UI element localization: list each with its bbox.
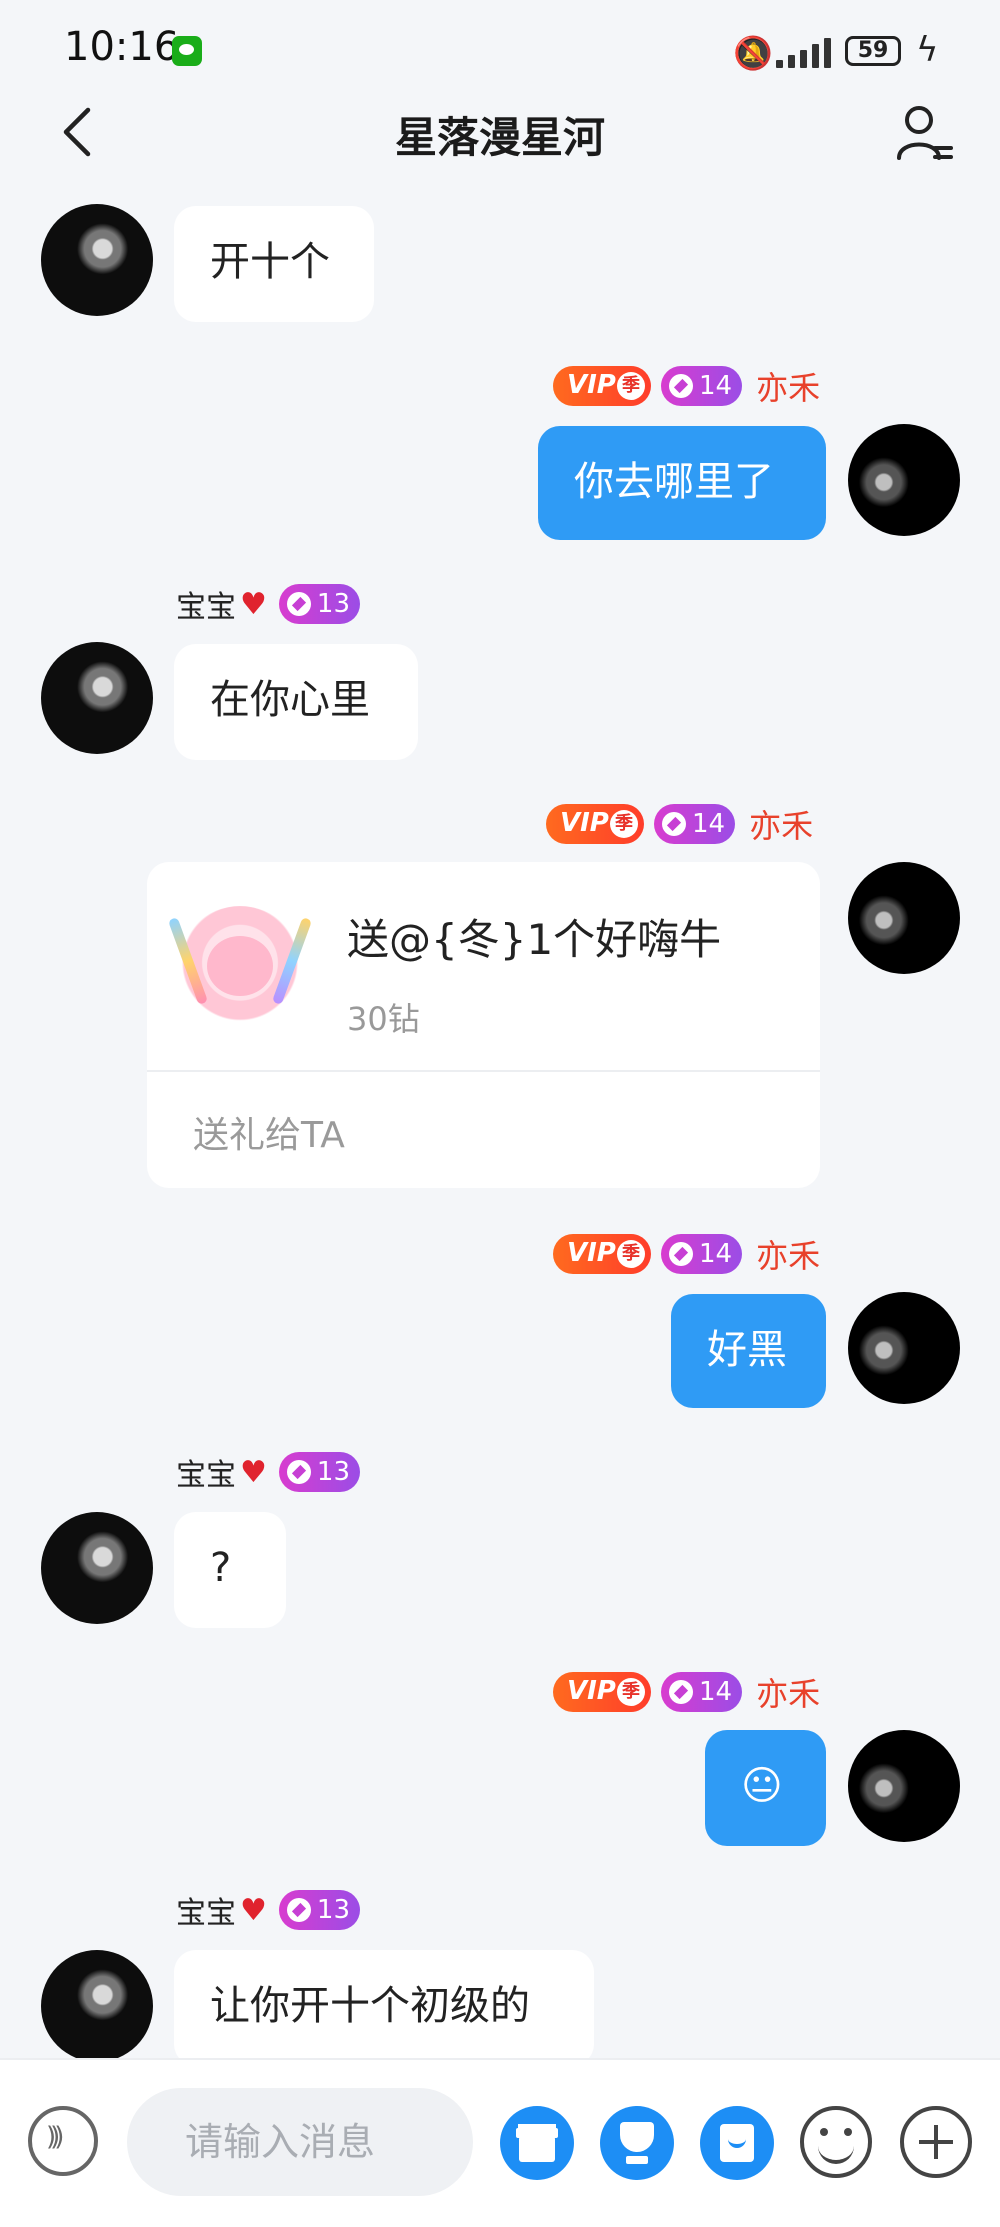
message-bubble[interactable]: 你去哪里了 (538, 426, 826, 540)
plus-icon[interactable] (900, 2106, 972, 2178)
battery-indicator: 59 (845, 36, 901, 66)
voice-icon[interactable] (28, 2106, 98, 2176)
avatar[interactable] (41, 1950, 153, 2062)
wechat-icon (172, 36, 202, 66)
sender-row: 宝宝 ♥ 13 (176, 1452, 374, 1493)
sender-name: 宝宝 (176, 590, 236, 625)
diamond-icon (669, 374, 693, 398)
level-badge: 14 (661, 1234, 743, 1274)
status-time: 10:16 (64, 24, 180, 70)
message-bubble[interactable]: 好黑 (671, 1294, 826, 1408)
divider (147, 1070, 820, 1072)
sender-row: VIP 季 14 亦禾 (546, 804, 814, 845)
level-badge: 13 (278, 584, 360, 624)
message-bubble[interactable]: ? (174, 1512, 286, 1628)
level-badge: 13 (278, 1452, 360, 1492)
message-bubble[interactable]: 让你开十个初级的 (174, 1950, 594, 2066)
message-bubble[interactable]: 开十个 (174, 206, 374, 322)
avatar[interactable] (848, 862, 960, 974)
trophy-icon[interactable] (600, 2106, 674, 2180)
red-envelope-icon[interactable] (700, 2106, 774, 2180)
avatar[interactable] (41, 1512, 153, 1624)
diamond-icon (662, 812, 686, 836)
sender-row: VIP 季 14 亦禾 (553, 366, 821, 407)
sender-row: 宝宝 ♥ 13 (176, 1890, 374, 1931)
level-badge: 14 (654, 804, 736, 844)
message-bubble[interactable]: 😐 (705, 1730, 826, 1846)
gift-title: 送@{冬}1个好嗨牛 (347, 915, 722, 964)
chat-header: 星落漫星河 (0, 100, 1000, 190)
heart-icon: ♥ (240, 586, 267, 622)
diamond-icon (286, 1460, 311, 1484)
sender-row: VIP 季 14 亦禾 (553, 1234, 821, 1275)
emoji-icon[interactable] (800, 2106, 872, 2178)
vip-badge: VIP 季 (553, 1672, 651, 1712)
signal-icon (776, 38, 834, 68)
avatar[interactable] (848, 1292, 960, 1404)
gift-cow-image (167, 906, 313, 1032)
status-bar: 10:16 🔕 59 ϟ (0, 0, 1000, 100)
heart-icon: ♥ (240, 1454, 267, 1490)
sender-name: 亦禾 (756, 1675, 821, 1713)
avatar[interactable] (848, 424, 960, 536)
sender-name: 亦禾 (756, 1237, 821, 1275)
gift-price: 30钻 (347, 1000, 420, 1038)
diamond-icon (669, 1242, 693, 1266)
level-badge: 14 (661, 1672, 743, 1712)
sender-row: VIP 季 14 亦禾 (553, 1672, 821, 1713)
avatar[interactable] (41, 204, 153, 316)
avatar[interactable] (848, 1730, 960, 1842)
level-badge: 13 (278, 1890, 360, 1930)
diamond-icon (286, 1898, 311, 1922)
sender-name: 宝宝 (176, 1896, 236, 1931)
user-list-icon[interactable] (895, 102, 955, 162)
charging-icon: ϟ (916, 30, 939, 70)
sender-row: 宝宝 ♥ 13 (176, 584, 374, 625)
message-bubble[interactable]: 在你心里 (174, 644, 418, 760)
vip-badge: VIP 季 (553, 1234, 651, 1274)
send-gift-link[interactable]: 送礼给TA (193, 1106, 345, 1158)
vip-badge: VIP 季 (553, 366, 651, 406)
level-badge: 14 (661, 366, 743, 406)
heart-icon: ♥ (240, 1892, 267, 1928)
diamond-icon (286, 592, 311, 616)
bell-muted-icon: 🔕 (733, 34, 773, 72)
sender-name: 亦禾 (749, 807, 814, 845)
chat-title: 星落漫星河 (394, 113, 605, 162)
message-input[interactable]: 请输入消息 (127, 2088, 473, 2196)
vip-badge: VIP 季 (546, 804, 644, 844)
diamond-icon (669, 1680, 693, 1704)
avatar[interactable] (41, 642, 153, 754)
sender-name: 亦禾 (756, 369, 821, 407)
gift-icon[interactable] (500, 2106, 574, 2180)
input-bar: 请输入消息 (0, 2058, 1000, 2227)
gift-card[interactable]: 送@{冬}1个好嗨牛 30钻 送礼给TA (147, 862, 820, 1188)
sender-name: 宝宝 (176, 1458, 236, 1493)
